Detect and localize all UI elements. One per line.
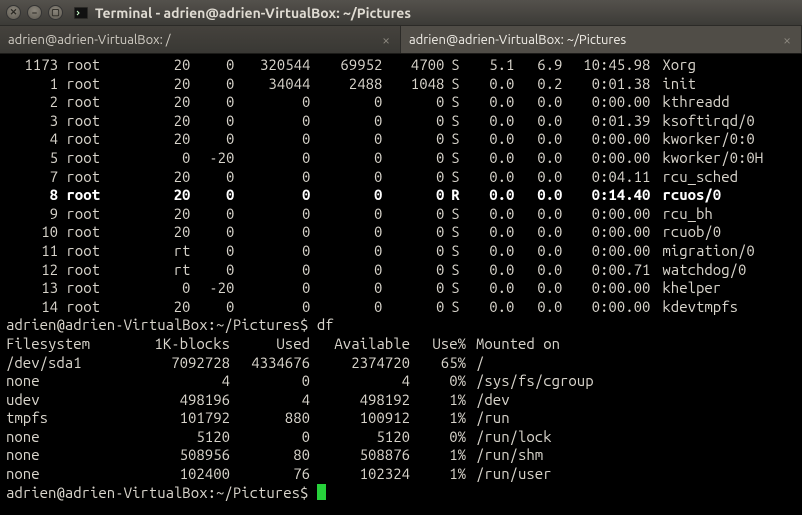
process-row: 5 root0-20000S0.00.00:00.00kworker/0:0H — [6, 149, 796, 168]
prompt-line: adrien@adrien-VirtualBox:~/Pictures$ df — [6, 316, 796, 335]
process-row: 11 rootrt0000S0.00.00:00.00migration/0 — [6, 242, 796, 261]
prompt-line[interactable]: adrien@adrien-VirtualBox:~/Pictures$ — [6, 484, 796, 503]
tab-pictures[interactable]: adrien@adrien-VirtualBox: ~/Pictures × — [401, 26, 802, 53]
tab-label: adrien@adrien-VirtualBox: ~/Pictures — [409, 33, 626, 47]
df-header: Filesystem1K-blocksUsedAvailableUse%Moun… — [6, 335, 796, 354]
close-icon[interactable]: × — [781, 32, 793, 48]
process-row: 10 root200000S0.00.00:00.00rcuob/0 — [6, 223, 796, 242]
process-row: 12 rootrt0000S0.00.00:00.71watchdog/0 — [6, 261, 796, 280]
tab-label: adrien@adrien-VirtualBox: / — [8, 33, 171, 47]
process-row: 2 root200000S0.00.00:00.00kthreadd — [6, 93, 796, 112]
process-row: 9 root200000S0.00.00:00.00rcu_bh — [6, 205, 796, 224]
tab-root[interactable]: adrien@adrien-VirtualBox: / × — [0, 26, 401, 53]
maximize-icon[interactable]: ▢ — [48, 5, 63, 20]
process-row: 8 root200000R0.00.00:14.40rcuos/0 — [6, 186, 796, 205]
df-row: none102400761023241%/run/user — [6, 465, 796, 484]
df-row: tmpfs1017928801009121%/run — [6, 409, 796, 428]
process-row: 3 root200000S0.00.00:01.39ksoftirqd/0 — [6, 112, 796, 131]
window-controls: ✕ – ▢ — [6, 5, 63, 20]
process-row: 14 root200000S0.00.00:00.00kdevtmpfs — [6, 298, 796, 317]
process-row: 13 root0-20000S0.00.00:00.00khelper — [6, 279, 796, 298]
df-row: udev49819644981921%/dev — [6, 391, 796, 410]
df-row: /dev/sda170927284334676237472065%/ — [6, 354, 796, 373]
df-row: none508956805088761%/run/shm — [6, 446, 796, 465]
tab-bar: adrien@adrien-VirtualBox: / × adrien@adr… — [0, 26, 802, 54]
process-row: 1173 root200320544699524700S5.16.910:45.… — [6, 56, 796, 75]
window-title: Terminal - adrien@adrien-VirtualBox: ~/P… — [95, 5, 411, 21]
terminal-output[interactable]: 1173 root200320544699524700S5.16.910:45.… — [0, 54, 802, 515]
terminal-icon — [73, 5, 89, 21]
df-row: none4040%/sys/fs/cgroup — [6, 372, 796, 391]
close-icon[interactable]: ✕ — [6, 5, 21, 20]
process-row: 4 root200000S0.00.00:00.00kworker/0:0 — [6, 130, 796, 149]
titlebar[interactable]: ✕ – ▢ Terminal - adrien@adrien-VirtualBo… — [0, 0, 802, 26]
df-row: none5120051200%/run/lock — [6, 428, 796, 447]
cursor — [317, 484, 326, 500]
terminal-window: ✕ – ▢ Terminal - adrien@adrien-VirtualBo… — [0, 0, 802, 515]
process-row: 7 root200000S0.00.00:04.11rcu_sched — [6, 168, 796, 187]
close-icon[interactable]: × — [380, 32, 392, 48]
process-row: 1 root2003404424881048S0.00.20:01.38init — [6, 75, 796, 94]
minimize-icon[interactable]: – — [27, 5, 42, 20]
